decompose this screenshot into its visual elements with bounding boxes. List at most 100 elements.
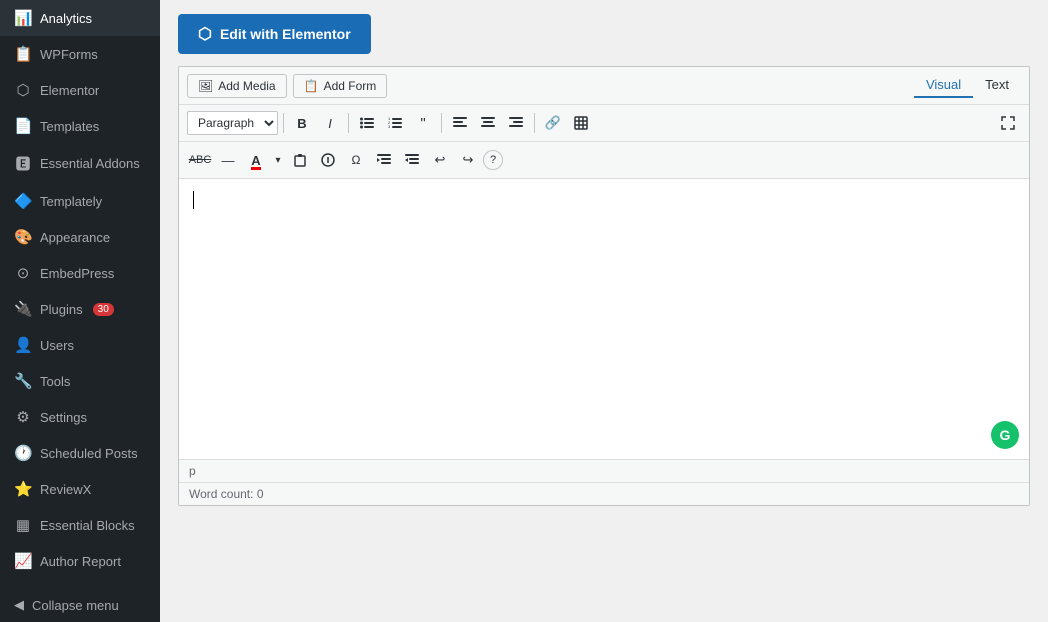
- sidebar-item-tools[interactable]: 🔧 Tools: [0, 363, 160, 399]
- editor-body[interactable]: G: [179, 179, 1029, 459]
- redo-button[interactable]: ↪: [455, 147, 481, 173]
- link-button[interactable]: 🔗: [540, 110, 566, 136]
- sidebar-label-author-report: Author Report: [40, 554, 121, 569]
- sidebar-icon-scheduled-posts: 🕐: [14, 444, 32, 462]
- elementor-btn-wrapper: ⬡ Edit with Elementor: [178, 14, 1030, 54]
- sidebar-item-scheduled-posts[interactable]: 🕐 Scheduled Posts: [0, 435, 160, 471]
- sidebar-item-plugins[interactable]: 🔌 Plugins 30: [0, 291, 160, 327]
- editor-wordcount: Word count: 0: [179, 482, 1029, 505]
- sidebar-label-elementor: Elementor: [40, 83, 99, 98]
- sidebar-item-templates[interactable]: 📄 Templates: [0, 108, 160, 144]
- paste-text-button[interactable]: [287, 147, 313, 173]
- sidebar-item-reviewx[interactable]: ⭐ ReviewX: [0, 471, 160, 507]
- collapse-icon: ◀: [14, 597, 24, 613]
- sidebar-icon-embedpress: ⊙: [14, 264, 32, 282]
- collapse-label: Collapse menu: [32, 598, 119, 613]
- edit-elementor-button[interactable]: ⬡ Edit with Elementor: [178, 14, 371, 54]
- color-dropdown-button[interactable]: ▾: [271, 147, 285, 173]
- italic-button[interactable]: I: [317, 110, 343, 136]
- help-button[interactable]: ?: [483, 150, 503, 170]
- sidebar-icon-essential-addons: 🅴: [14, 153, 32, 174]
- add-media-button[interactable]: 🖼 Add Media: [187, 74, 287, 98]
- sidebar-icon-appearance: 🎨: [14, 228, 32, 246]
- toolbar-sep-4: [534, 113, 535, 133]
- word-count-value: 0: [257, 487, 264, 501]
- sidebar-label-settings: Settings: [40, 410, 87, 425]
- sidebar-label-appearance: Appearance: [40, 230, 110, 245]
- sidebar-label-analytics: Analytics: [40, 11, 92, 26]
- sidebar-item-embedpress[interactable]: ⊙ EmbedPress: [0, 255, 160, 291]
- sidebar-item-essential-blocks[interactable]: ▦ Essential Blocks: [0, 507, 160, 543]
- collapse-menu-item[interactable]: ◀ Collapse menu: [0, 588, 160, 622]
- sidebar-label-plugins: Plugins: [40, 302, 83, 317]
- elementor-icon: ⬡: [198, 24, 212, 44]
- tab-visual[interactable]: Visual: [914, 73, 973, 98]
- outdent-button[interactable]: [399, 147, 425, 173]
- sidebar-label-essential-blocks: Essential Blocks: [40, 518, 135, 533]
- toolbar-sep-3: [441, 113, 442, 133]
- sidebar: 📊 Analytics 📋 WPForms ⬡ Elementor 📄 Temp…: [0, 0, 160, 622]
- add-form-label: Add Form: [324, 79, 377, 93]
- sidebar-icon-wpforms: 📋: [14, 45, 32, 63]
- table-button[interactable]: [568, 110, 594, 136]
- sidebar-items: 📊 Analytics 📋 WPForms ⬡ Elementor 📄 Temp…: [0, 0, 160, 579]
- editor-toolbar-top: 🖼 Add Media 📋 Add Form Visual Text: [179, 67, 1029, 105]
- align-right-button[interactable]: [503, 110, 529, 136]
- sidebar-label-wpforms: WPForms: [40, 47, 98, 62]
- sidebar-item-templately[interactable]: 🔷 Templately: [0, 183, 160, 219]
- indent-button[interactable]: [371, 147, 397, 173]
- sidebar-label-essential-addons: Essential Addons: [40, 156, 140, 171]
- toolbar-sep-1: [283, 113, 284, 133]
- sidebar-label-tools: Tools: [40, 374, 70, 389]
- align-left-button[interactable]: [447, 110, 473, 136]
- blockquote-button[interactable]: ": [410, 110, 436, 136]
- form-icon: 📋: [304, 79, 319, 93]
- sidebar-label-templates: Templates: [40, 119, 99, 134]
- add-media-label: Add Media: [218, 79, 275, 93]
- view-tabs: Visual Text: [914, 73, 1021, 98]
- sidebar-item-analytics[interactable]: 📊 Analytics: [0, 0, 160, 36]
- remove-format-button[interactable]: [315, 147, 341, 173]
- align-center-button[interactable]: [475, 110, 501, 136]
- add-form-button[interactable]: 📋 Add Form: [293, 74, 388, 98]
- sidebar-label-users: Users: [40, 338, 74, 353]
- paragraph-select[interactable]: Paragraph Heading 1 Heading 2 Heading 3: [187, 111, 278, 135]
- main-content: ⬡ Edit with Elementor 🖼 Add Media 📋 Add …: [160, 0, 1048, 622]
- sidebar-icon-templately: 🔷: [14, 192, 32, 210]
- format-toolbar-row1: Paragraph Heading 1 Heading 2 Heading 3 …: [179, 105, 1029, 142]
- sidebar-item-appearance[interactable]: 🎨 Appearance: [0, 219, 160, 255]
- sidebar-item-settings[interactable]: ⚙ Settings: [0, 399, 160, 435]
- media-icon: 🖼: [198, 79, 213, 93]
- bold-button[interactable]: B: [289, 110, 315, 136]
- sidebar-icon-reviewx: ⭐: [14, 480, 32, 498]
- sidebar-label-scheduled-posts: Scheduled Posts: [40, 446, 138, 461]
- sidebar-item-essential-addons[interactable]: 🅴 Essential Addons: [0, 144, 160, 183]
- sidebar-icon-settings: ⚙: [14, 408, 32, 426]
- special-char-button[interactable]: Ω: [343, 147, 369, 173]
- fullscreen-button[interactable]: [995, 110, 1021, 136]
- strikethrough-button[interactable]: ABC: [187, 147, 213, 173]
- color-button[interactable]: A: [243, 147, 269, 173]
- badge-plugins: 30: [93, 303, 114, 316]
- undo-button[interactable]: ↩: [427, 147, 453, 173]
- grammarly-badge: G: [991, 421, 1019, 449]
- sidebar-icon-users: 👤: [14, 336, 32, 354]
- sidebar-icon-analytics: 📊: [14, 9, 32, 27]
- svg-text:3: 3: [388, 124, 391, 129]
- sidebar-icon-plugins: 🔌: [14, 300, 32, 318]
- editor-statusbar: p: [179, 459, 1029, 482]
- hr-button[interactable]: —: [215, 147, 241, 173]
- sidebar-item-elementor[interactable]: ⬡ Elementor: [0, 72, 160, 108]
- editor-cursor: [193, 191, 194, 209]
- tab-text[interactable]: Text: [973, 73, 1021, 98]
- sidebar-label-embedpress: EmbedPress: [40, 266, 114, 281]
- sidebar-item-author-report[interactable]: 📈 Author Report: [0, 543, 160, 579]
- sidebar-icon-author-report: 📈: [14, 552, 32, 570]
- ol-button[interactable]: 123: [382, 110, 408, 136]
- toolbar-sep-2: [348, 113, 349, 133]
- ul-button[interactable]: [354, 110, 380, 136]
- sidebar-item-users[interactable]: 👤 Users: [0, 327, 160, 363]
- format-toolbar-row2: ABC — A ▾ Ω ↩ ↪ ?: [179, 142, 1029, 179]
- sidebar-item-wpforms[interactable]: 📋 WPForms: [0, 36, 160, 72]
- editor-container: 🖼 Add Media 📋 Add Form Visual Text Parag…: [178, 66, 1030, 506]
